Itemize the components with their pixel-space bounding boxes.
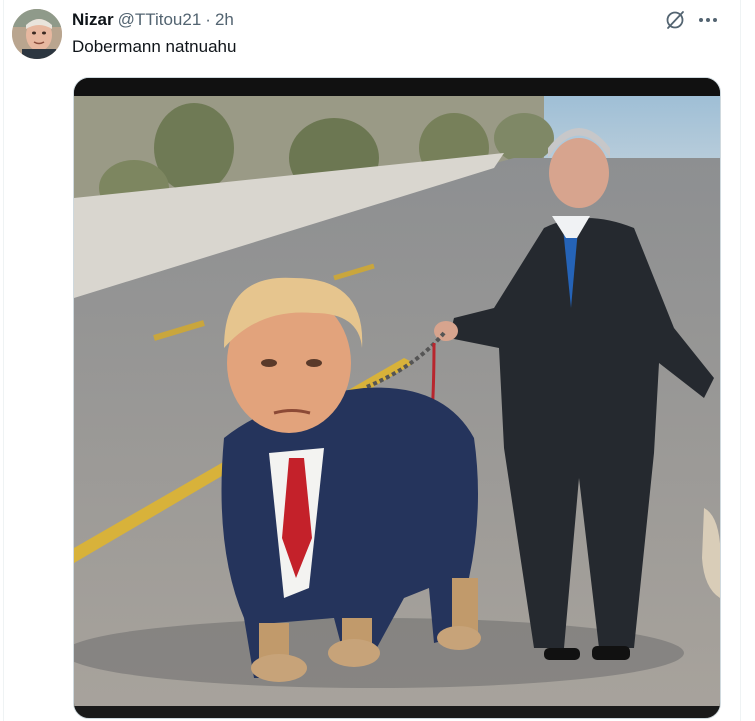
timeline-left-border	[3, 0, 4, 721]
timeline-right-border	[740, 0, 741, 721]
tweet-text: Dobermann natnuahu	[72, 37, 237, 56]
more-icon[interactable]	[697, 9, 719, 31]
tweet-timestamp[interactable]: 2h	[215, 10, 234, 30]
media-illustration	[74, 78, 720, 718]
tweet-media-image[interactable]	[73, 77, 721, 719]
author-name[interactable]: Nizar	[72, 10, 114, 30]
header-separator: ·	[205, 10, 211, 29]
avatar-image	[12, 9, 62, 59]
author-handle[interactable]: @TTitou21	[118, 10, 202, 30]
grok-icon[interactable]	[664, 9, 686, 31]
tweet-header: Nizar @TTitou21 · 2h	[72, 9, 234, 31]
author-avatar[interactable]	[12, 9, 62, 59]
